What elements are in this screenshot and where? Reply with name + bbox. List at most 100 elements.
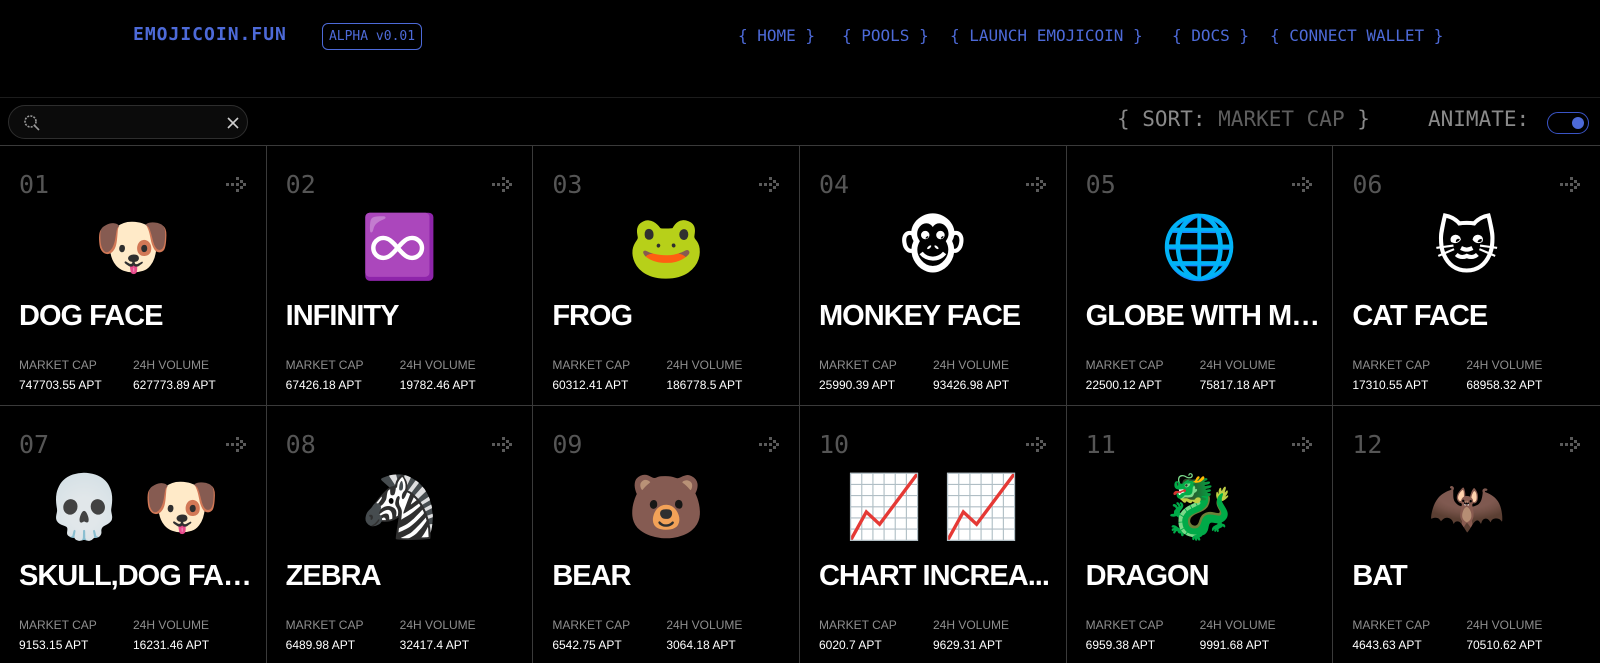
coin-card[interactable]: 04 🐵 MONKEY FACE MARKET CAP 24H VOLUME 25990.… bbox=[799, 146, 1067, 406]
coin-grid: 01 🐶 DOG FACE MARKET CAP 24H VOLUME 747703.55… bbox=[0, 146, 1600, 663]
arrow-right-icon[interactable] bbox=[757, 173, 781, 197]
coin-rank: 03 bbox=[552, 170, 583, 199]
market-cap-label: MARKET CAP bbox=[19, 618, 97, 632]
coin-card[interactable]: 10 📈 📈 CHART INCREA... MARKET CAP 24H VOLUME… bbox=[800, 406, 1067, 663]
coin-card[interactable]: 01 🐶 DOG FACE MARKET CAP 24H VOLUME 747703.55… bbox=[0, 146, 267, 406]
coin-card[interactable]: 02 ♾️ INFINITY MARKET CAP 24H VOLUME 67426.18… bbox=[266, 146, 534, 406]
arrow-right-icon[interactable] bbox=[224, 173, 248, 197]
coin-rank: 12 bbox=[1352, 430, 1383, 459]
coin-rank: 10 bbox=[818, 430, 850, 459]
coin-card[interactable]: 03 🐸 FROG MARKET CAP 24H VOLUME 60312.41 APT 1… bbox=[533, 146, 800, 406]
animate-toggle[interactable] bbox=[1547, 112, 1589, 134]
coin-name: INFINITY bbox=[285, 300, 400, 332]
search-icon bbox=[24, 115, 40, 131]
coin-name: ZEBRA bbox=[285, 560, 382, 592]
coin-emoji: ♾️ bbox=[360, 210, 439, 283]
coin-card[interactable]: 11 🐉 DRAGON MARKET CAP 24H VOLUME 6959.38 APT… bbox=[1067, 406, 1334, 663]
coin-name: SKULL,DOG FACE bbox=[19, 560, 254, 592]
volume-label: 24H VOLUME bbox=[932, 358, 1010, 372]
market-cap-label: MARKET CAP bbox=[1085, 358, 1164, 372]
volume-label: 24H VOLUME bbox=[133, 618, 210, 632]
market-cap-label: MARKET CAP bbox=[285, 358, 364, 372]
coin-emoji: 🐉 bbox=[1160, 470, 1239, 543]
volume-value: 19782.46 APT bbox=[399, 378, 476, 392]
coin-emoji: 📈 📈 bbox=[845, 470, 1020, 543]
coin-card[interactable]: 09 🐻 BEAR MARKET CAP 24H VOLUME 6542.75 APT 30… bbox=[533, 406, 800, 663]
market-cap-value: 4643.63 APT bbox=[1352, 638, 1422, 652]
volume-value: 70510.62 APT bbox=[1466, 638, 1543, 652]
volume-label: 24H VOLUME bbox=[399, 618, 476, 632]
sort-dropdown[interactable]: { SORT: MARKET CAP } bbox=[1117, 107, 1370, 131]
arrow-right-icon[interactable] bbox=[1290, 433, 1314, 457]
coin-card[interactable]: 06 🐱 CAT FACE MARKET CAP 24H VOLUME 17310.55 … bbox=[1333, 146, 1600, 406]
market-cap-value: 22500.12 APT bbox=[1085, 378, 1162, 392]
volume-value: 186778.5 APT bbox=[666, 378, 743, 392]
market-cap-label: MARKET CAP bbox=[818, 618, 897, 632]
coin-name: DOG FACE bbox=[19, 300, 163, 332]
coin-name: MONKEY FACE bbox=[818, 300, 1021, 332]
market-cap-label: MARKET CAP bbox=[552, 358, 631, 372]
coin-emoji: 🐸 bbox=[627, 210, 705, 283]
version-badge: ALPHA v0.01 bbox=[322, 23, 422, 50]
volume-value: 68958.32 APT bbox=[1466, 378, 1543, 392]
volume-label: 24H VOLUME bbox=[1199, 618, 1276, 632]
nav-home[interactable]: { HOME } bbox=[738, 26, 815, 45]
coin-rank: 06 bbox=[1352, 170, 1383, 199]
market-cap-label: MARKET CAP bbox=[1352, 618, 1431, 632]
site-logo[interactable]: EMOJICOIN.FUN bbox=[133, 24, 287, 45]
market-cap-value: 25990.39 APT bbox=[818, 378, 896, 392]
arrow-right-icon[interactable] bbox=[757, 433, 781, 457]
arrow-right-icon[interactable] bbox=[1024, 433, 1048, 457]
coin-card[interactable]: 08 🦓 ZEBRA MARKET CAP 24H VOLUME 6489.98 APT 3… bbox=[267, 406, 534, 663]
volume-value: 9629.31 APT bbox=[932, 638, 1003, 652]
sort-value: MARKET CAP bbox=[1218, 107, 1345, 131]
nav-launch-emojicoin[interactable]: { LAUNCH EMOJICOIN } bbox=[950, 26, 1143, 45]
arrow-right-icon[interactable] bbox=[490, 173, 514, 197]
volume-label: 24H VOLUME bbox=[133, 358, 210, 372]
market-cap-value: 6542.75 APT bbox=[552, 638, 622, 652]
coin-rank: 11 bbox=[1085, 430, 1116, 459]
coin-rank: 09 bbox=[552, 430, 583, 459]
volume-value: 627773.89 APT bbox=[133, 378, 216, 392]
coin-emoji: 🌐 bbox=[1160, 210, 1239, 283]
volume-label: 24H VOLUME bbox=[666, 618, 743, 632]
sort-suffix: } bbox=[1344, 107, 1370, 131]
arrow-right-icon[interactable] bbox=[1558, 173, 1582, 197]
clear-search-icon[interactable] bbox=[225, 115, 241, 131]
arrow-right-icon[interactable] bbox=[1024, 173, 1048, 197]
arrow-right-icon[interactable] bbox=[224, 433, 248, 457]
coin-rank: 02 bbox=[285, 170, 316, 199]
coin-emoji: 🐱 bbox=[1434, 210, 1499, 283]
coin-name: CHART INCREA... bbox=[818, 560, 1050, 592]
nav-connect-wallet[interactable]: { CONNECT WALLET } bbox=[1270, 26, 1443, 45]
nav-pools[interactable]: { POOLS } bbox=[842, 26, 929, 45]
coin-rank: 07 bbox=[19, 430, 50, 459]
market-cap-label: MARKET CAP bbox=[1352, 358, 1431, 372]
market-cap-label: MARKET CAP bbox=[818, 358, 897, 372]
arrow-right-icon[interactable] bbox=[1558, 433, 1582, 457]
search-box[interactable] bbox=[8, 105, 248, 139]
coin-card[interactable]: 12 🦇 BAT MARKET CAP 24H VOLUME 4643.63 APT 705… bbox=[1333, 406, 1600, 663]
market-cap-value: 747703.55 APT bbox=[19, 378, 102, 392]
arrow-right-icon[interactable] bbox=[490, 433, 514, 457]
search-input[interactable] bbox=[49, 112, 219, 134]
coin-emoji: 🦇 bbox=[1428, 470, 1506, 543]
coin-name: GLOBE WITH ME... bbox=[1085, 300, 1321, 332]
toolbar: { SORT: MARKET CAP } ANIMATE: bbox=[0, 98, 1600, 146]
sort-prefix: { SORT: bbox=[1117, 107, 1219, 131]
coin-card[interactable]: 05 🌐 GLOBE WITH ME... MARKET CAP 24H VOLUME 2… bbox=[1066, 146, 1334, 406]
market-cap-label: MARKET CAP bbox=[1085, 618, 1164, 632]
coin-emoji: 💀 🐶 bbox=[45, 470, 220, 543]
coin-emoji: 🐻 bbox=[627, 470, 705, 543]
arrow-right-icon[interactable] bbox=[1290, 173, 1314, 197]
market-cap-label: MARKET CAP bbox=[552, 618, 631, 632]
coin-emoji: 🐶 bbox=[94, 210, 172, 283]
coin-card[interactable]: 07 💀 🐶 SKULL,DOG FACE MARKET CAP 24H VOLUME 9… bbox=[0, 406, 267, 663]
market-cap-value: 9153.15 APT bbox=[19, 638, 89, 652]
toggle-knob bbox=[1572, 117, 1584, 129]
nav-docs[interactable]: { DOCS } bbox=[1172, 26, 1249, 45]
animate-label: ANIMATE: bbox=[1428, 107, 1530, 131]
coin-name: DRAGON bbox=[1085, 560, 1210, 592]
volume-label: 24H VOLUME bbox=[1199, 358, 1276, 372]
market-cap-value: 67426.18 APT bbox=[285, 378, 362, 392]
